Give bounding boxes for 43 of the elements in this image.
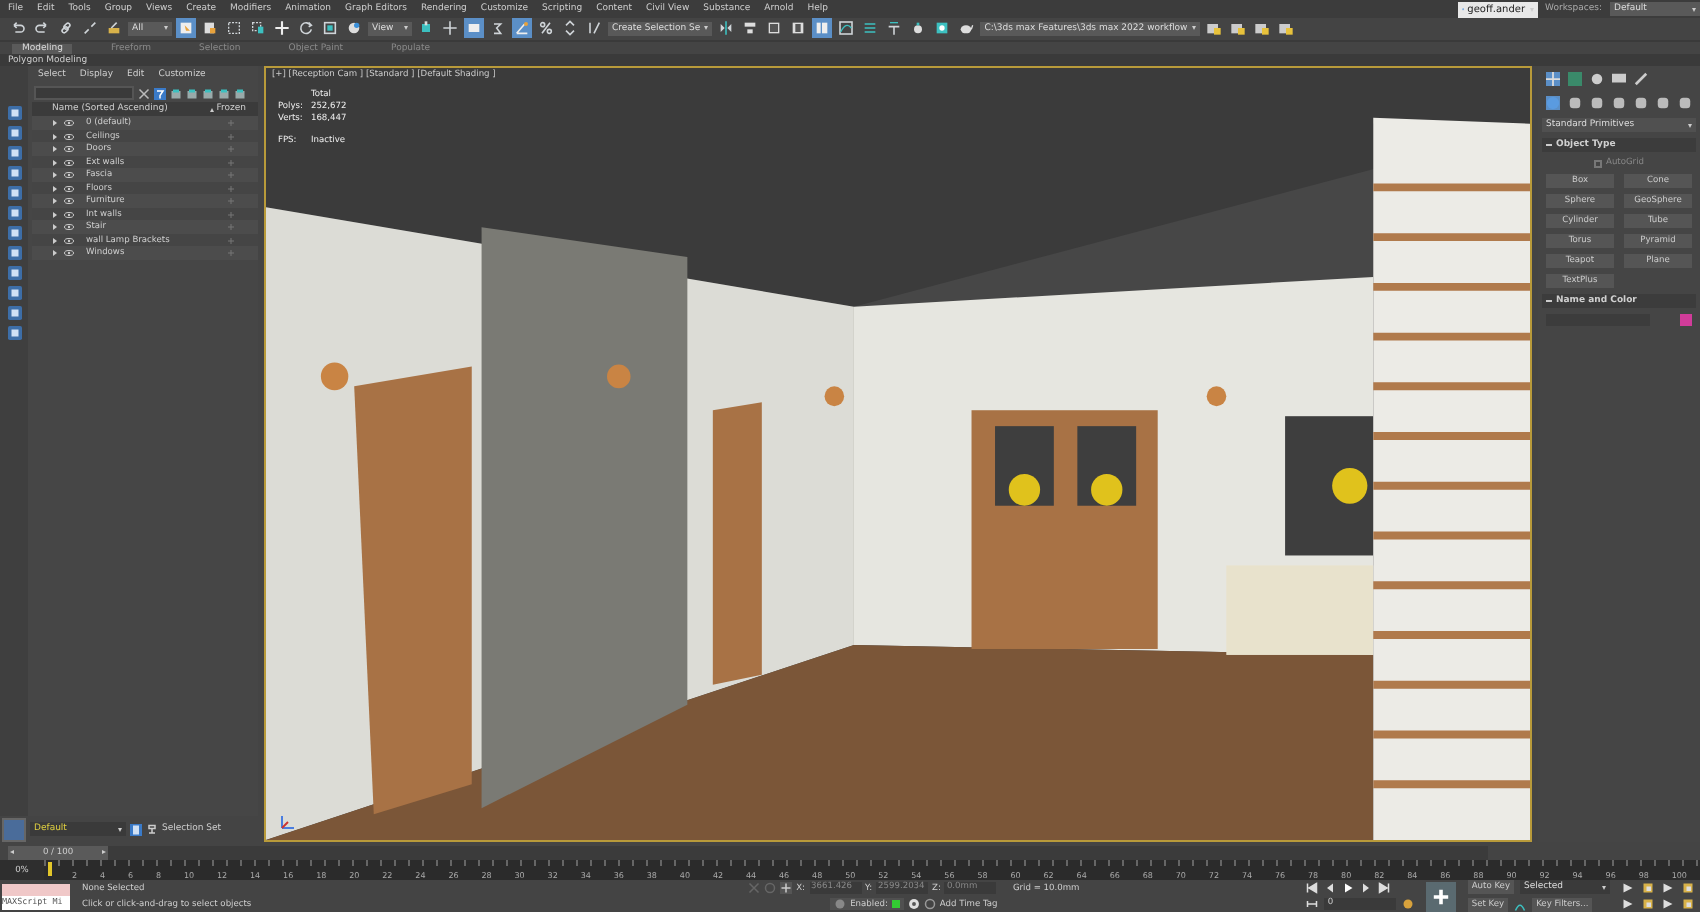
go-end-icon[interactable] — [1377, 882, 1390, 894]
go-start-icon[interactable] — [1305, 882, 1318, 894]
monitor-icon[interactable] — [1612, 72, 1626, 87]
eye-icon[interactable] — [64, 133, 74, 139]
filter-icon[interactable] — [154, 87, 166, 100]
expand-arrow-icon[interactable] — [52, 250, 58, 256]
plus-key-icon — [1431, 887, 1450, 905]
eye-icon[interactable] — [64, 146, 74, 152]
eye-icon[interactable] — [64, 120, 74, 126]
eye-icon[interactable] — [64, 237, 74, 243]
axis-tripod-icon — [277, 812, 298, 833]
hierarchy-icon[interactable] — [146, 823, 158, 836]
color-swatch[interactable] — [1680, 314, 1692, 327]
search-field[interactable] — [34, 86, 134, 101]
expand-arrow-icon[interactable] — [52, 146, 58, 152]
plus-icon[interactable] — [1546, 72, 1560, 87]
expand-arrow-icon[interactable] — [52, 185, 58, 191]
maxscript-input[interactable] — [2, 883, 70, 895]
current-frame-marker[interactable] — [48, 862, 52, 876]
expand-arrow-icon[interactable] — [52, 120, 58, 126]
geometry-icon[interactable] — [1546, 96, 1560, 111]
wrench-icon[interactable] — [1634, 72, 1648, 87]
eye-icon[interactable] — [64, 198, 74, 204]
eye-icon[interactable] — [64, 159, 74, 165]
eye-icon[interactable] — [64, 211, 74, 217]
expand-arrow-icon[interactable] — [52, 237, 58, 243]
eye-icon[interactable] — [64, 250, 74, 256]
checkbox[interactable] — [1594, 159, 1602, 168]
eye-icon[interactable] — [64, 172, 74, 178]
set-keys-button[interactable] — [1425, 881, 1456, 911]
close-icon[interactable] — [138, 87, 150, 100]
eye-icon[interactable] — [64, 185, 74, 191]
circle-icon[interactable] — [1590, 72, 1604, 87]
expand-arrow-icon[interactable] — [52, 198, 58, 204]
layer-icon[interactable] — [130, 823, 142, 836]
key-mode-icon[interactable] — [1305, 898, 1318, 910]
expand-arrow-icon[interactable] — [52, 172, 58, 178]
expand-arrow-icon[interactable] — [52, 159, 58, 165]
expand-arrow-icon[interactable] — [52, 133, 58, 139]
eye-icon[interactable] — [64, 224, 74, 230]
expand-arrow-icon[interactable] — [52, 211, 58, 217]
transform-mode-icon[interactable] — [780, 882, 793, 894]
expand-arrow-icon[interactable] — [52, 224, 58, 230]
